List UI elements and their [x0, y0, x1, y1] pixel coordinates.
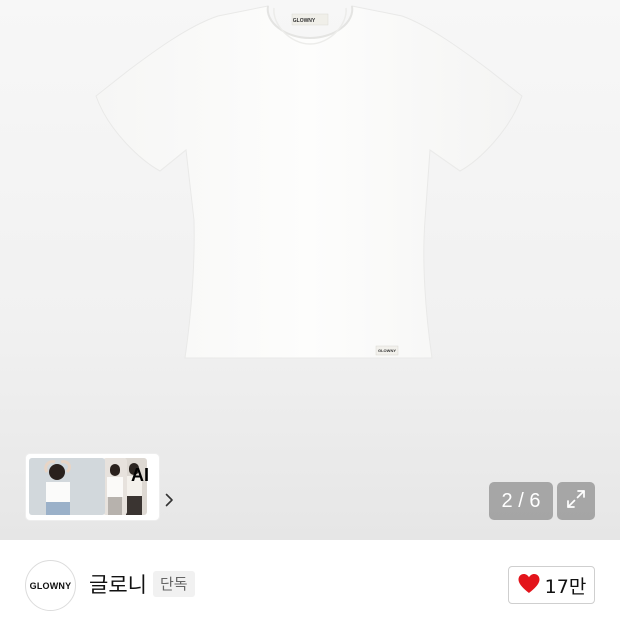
brand-logo[interactable]: GLOWNY	[25, 560, 76, 611]
expand-button[interactable]	[557, 482, 595, 520]
ai-label: AI	[131, 465, 149, 485]
heart-icon	[517, 573, 541, 598]
brand-bar: GLOWNY 글로니 단독 17만	[0, 540, 620, 620]
ai-thumb-main	[29, 458, 105, 515]
product-image[interactable]: GLOWNY GLOWNY AI 2 / 6	[0, 0, 620, 540]
svg-text:GLOWNY: GLOWNY	[378, 348, 396, 353]
like-count: 17만	[544, 575, 587, 598]
svg-text:GLOWNY: GLOWNY	[293, 18, 316, 24]
brand-name[interactable]: 글로니	[89, 569, 147, 599]
expand-icon	[565, 488, 587, 514]
ai-fitting-card[interactable]: AI	[26, 454, 173, 520]
image-page-counter: 2 / 6	[489, 482, 553, 520]
chevron-right-icon	[165, 492, 174, 511]
exclusive-badge: 단독	[153, 571, 195, 597]
like-button[interactable]: 17만	[508, 566, 595, 604]
ai-thumb-back-1	[103, 458, 127, 515]
